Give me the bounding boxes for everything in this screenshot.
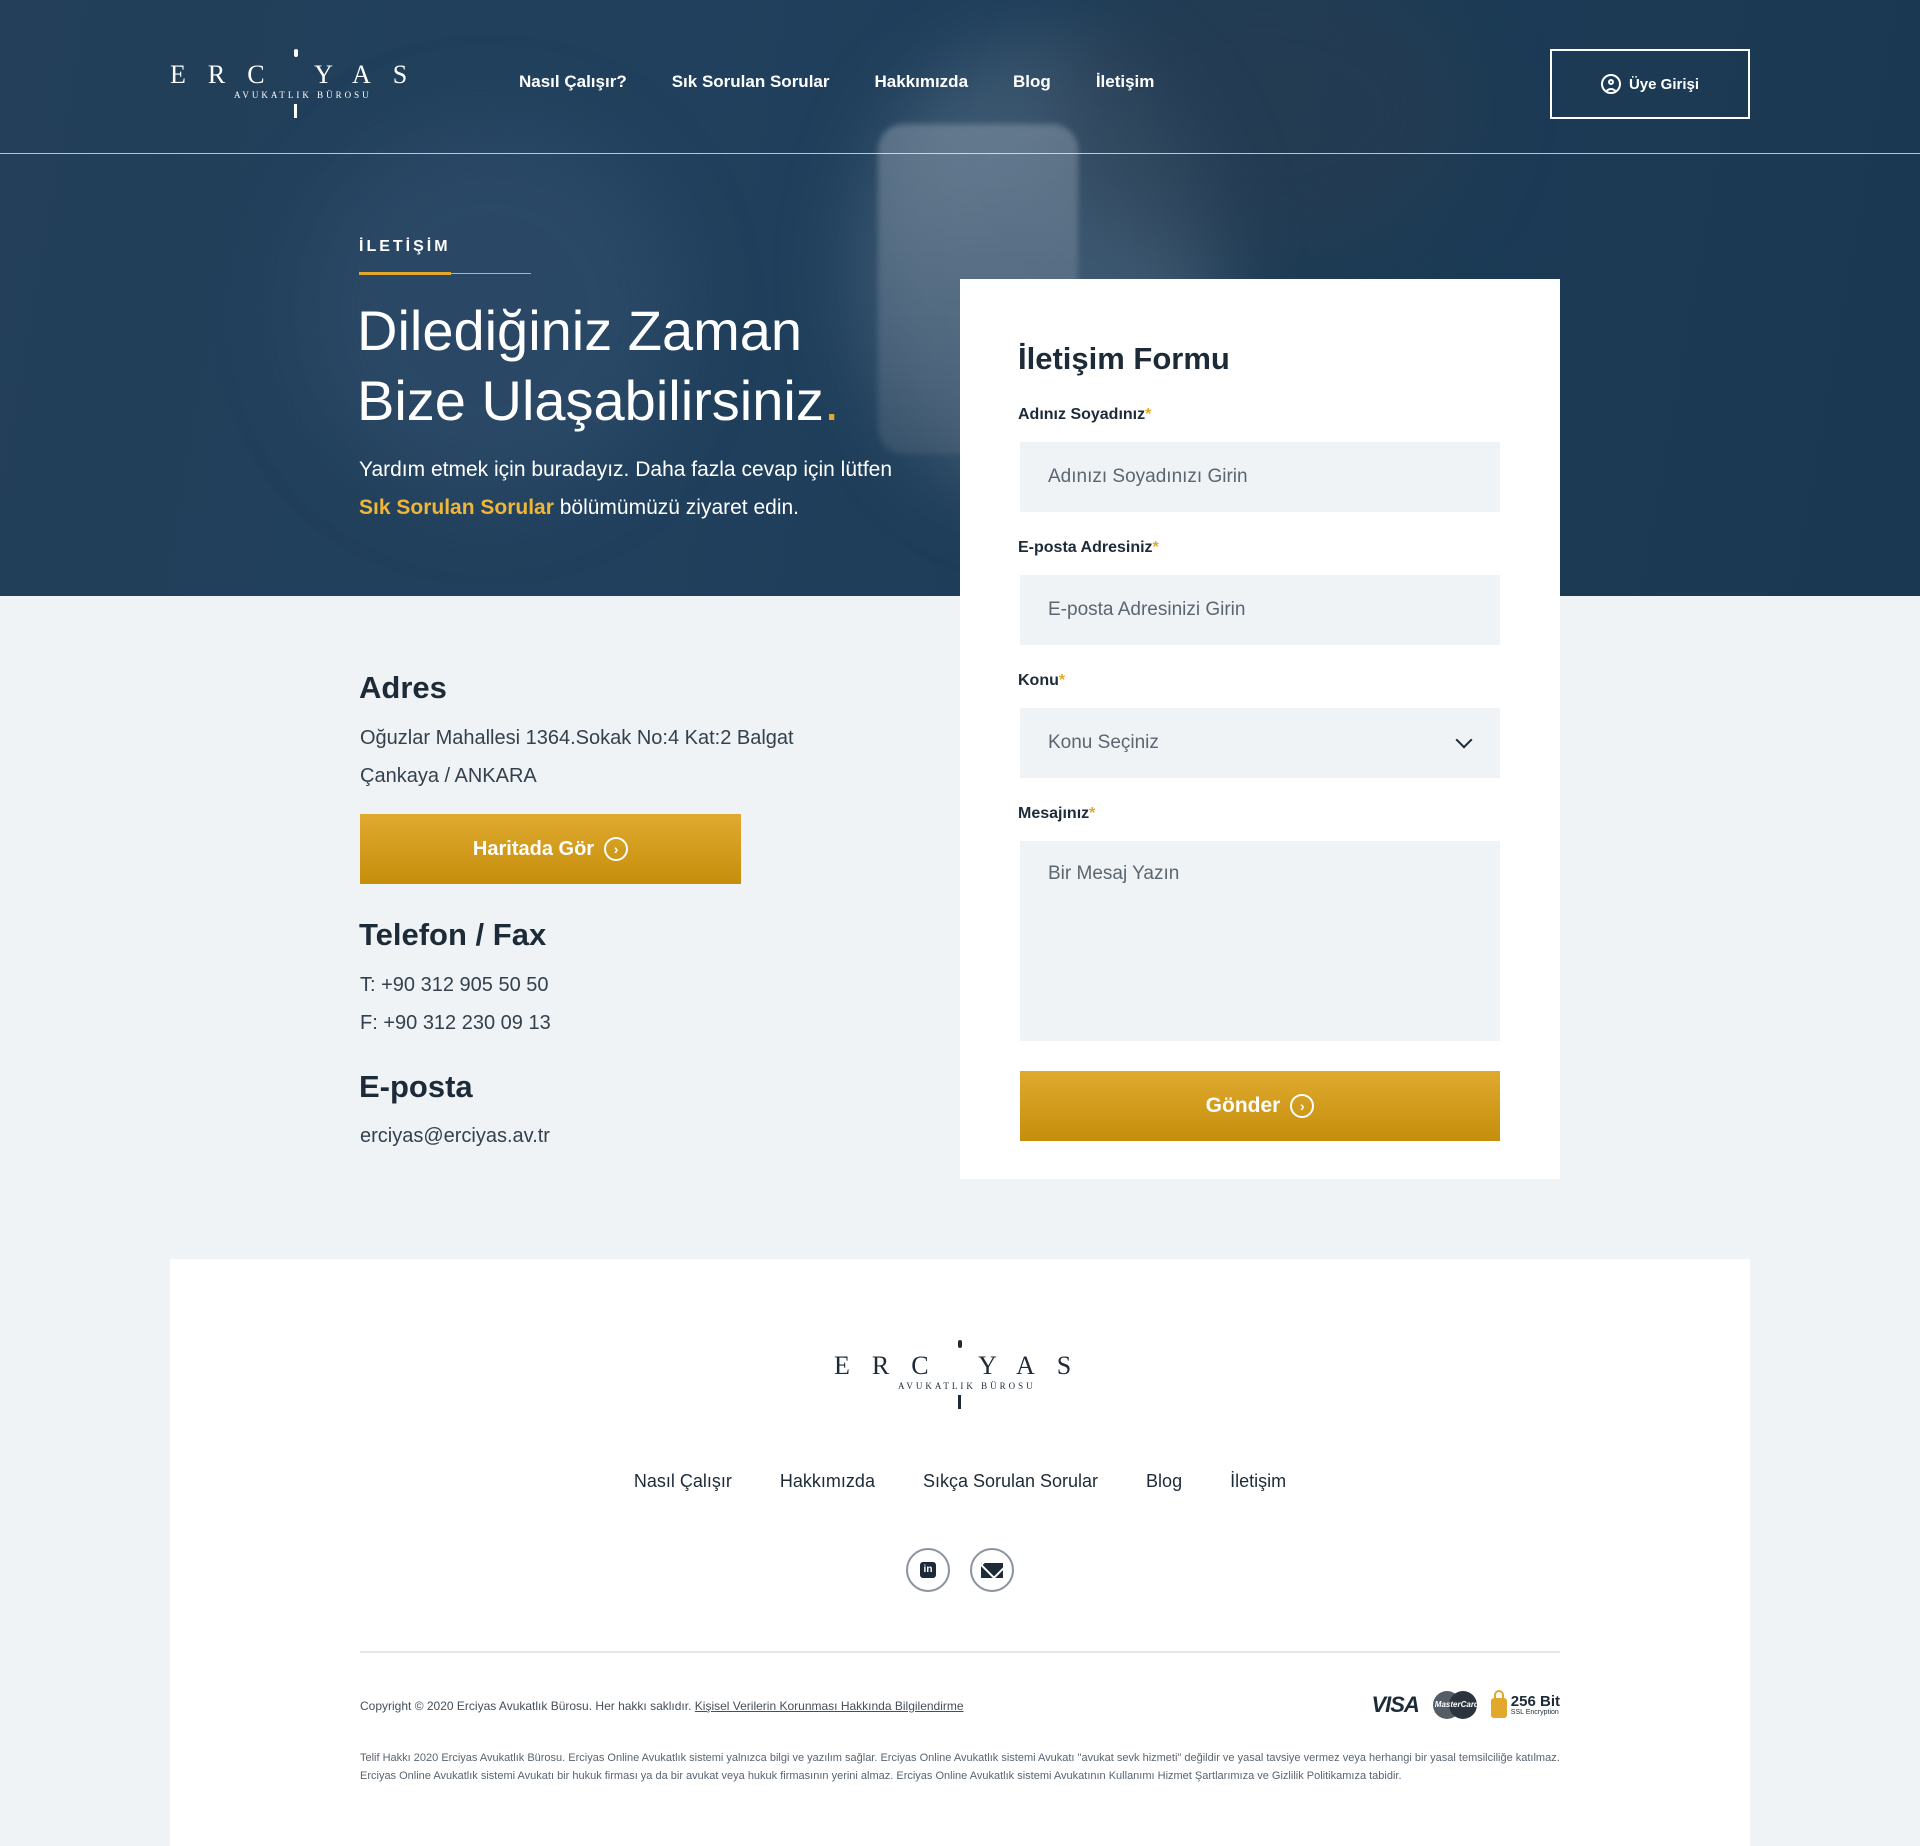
footer: ERC YAS AVUKATLIK BÜROSU Nasıl Çalışır H… — [170, 1259, 1750, 1846]
main-nav: Nasıl Çalışır? Sık Sorulan Sorular Hakkı… — [519, 72, 1199, 92]
required-mark: * — [1058, 672, 1066, 689]
required-mark: * — [1152, 539, 1159, 556]
required-mark: * — [1145, 406, 1152, 423]
message-textarea[interactable]: Bir Mesaj Yazın — [1020, 841, 1500, 1041]
linkedin-button[interactable]: in — [906, 1548, 950, 1592]
payment-badges: VISA MasterCard 256 Bit SSL Encryption — [1371, 1690, 1560, 1719]
nav-how-it-works[interactable]: Nasıl Çalışır? — [519, 72, 627, 92]
address-heading: Adres — [359, 670, 447, 705]
arrow-right-circle-icon: › — [604, 837, 629, 861]
nav-about[interactable]: Hakkımızda — [874, 72, 968, 92]
email-label: E-posta Adresiniz* — [1018, 539, 1159, 557]
header-divider — [0, 153, 1920, 154]
footer-logo[interactable]: ERC YAS AVUKATLIK BÜROSU — [834, 1340, 1094, 1409]
member-login-button[interactable]: Üye Girişi — [1550, 49, 1750, 119]
logo-i-dot — [294, 49, 298, 57]
name-label: Adınız Soyadınız* — [1018, 406, 1151, 424]
title-line-1: Dilediğiniz Zaman — [357, 299, 803, 362]
phone-number[interactable]: T: +90 312 905 50 50 — [360, 974, 549, 996]
required-mark: * — [1089, 805, 1096, 822]
submit-label: Gönder — [1205, 1094, 1281, 1117]
subject-label: Konu* — [1018, 672, 1065, 690]
faq-link[interactable]: Sık Sorulan Sorular — [359, 496, 554, 519]
logo-subtitle: AVUKATLIK BÜROSU — [898, 1381, 1036, 1391]
logo-i-dot — [958, 1340, 962, 1348]
name-label-text: Adınız Soyadınız — [1018, 406, 1146, 423]
logo-wordmark: ERC YAS — [834, 1351, 1094, 1380]
visa-logo: VISA — [1371, 1692, 1419, 1717]
chevron-down-icon — [1455, 731, 1473, 749]
logo-i-bar — [958, 1395, 961, 1409]
email-heading: E-posta — [359, 1069, 473, 1104]
footer-nav-contact[interactable]: İletişim — [1230, 1471, 1286, 1492]
address-line-2: Çankaya / ANKARA — [360, 765, 537, 787]
contact-form-card: İletişim Formu Adınız Soyadınız* Adınızı… — [960, 279, 1560, 1179]
message-label-text: Mesajınız — [1018, 805, 1090, 822]
legal-disclaimer: Telif Hakkı 2020 Erciyas Avukatlık Büros… — [360, 1752, 1560, 1782]
page-eyebrow: İLETİŞİM — [359, 238, 451, 255]
address-line-1: Oğuzlar Mahallesi 1364.Sokak No:4 Kat:2 … — [360, 727, 794, 749]
logo-subtitle: AVUKATLIK BÜROSU — [234, 90, 372, 100]
member-login-label: Üye Girişi — [1628, 75, 1700, 93]
title-accent-dot: . — [823, 369, 840, 432]
linkedin-icon: in — [920, 1562, 936, 1578]
arrow-right-circle-icon: › — [1290, 1094, 1315, 1118]
mastercard-logo: MasterCard — [1432, 1691, 1479, 1719]
footer-nav-about[interactable]: Hakkımızda — [780, 1471, 875, 1492]
view-on-map-label: Haritada Gör — [472, 837, 595, 860]
nav-contact[interactable]: İletişim — [1096, 72, 1155, 92]
title-line-2: Bize Ulaşabilirsiniz — [357, 369, 824, 432]
footer-nav-blog[interactable]: Blog — [1146, 1471, 1182, 1492]
eyebrow-accent — [359, 272, 451, 275]
nav-faq[interactable]: Sık Sorulan Sorular — [672, 72, 830, 92]
footer-divider — [360, 1651, 1560, 1653]
mail-button[interactable] — [970, 1548, 1014, 1592]
subject-select[interactable]: Konu Seçiniz — [1020, 708, 1500, 778]
nav-blog[interactable]: Blog — [1013, 72, 1051, 92]
fax-number: F: +90 312 230 09 13 — [360, 1012, 551, 1034]
submit-button[interactable]: Gönder › — [1020, 1071, 1500, 1141]
hero-description: Yardım etmek için buradayız. Daha fazla … — [359, 451, 919, 527]
mail-icon — [981, 1562, 1003, 1578]
privacy-link[interactable]: Kişisel Verilerin Korunması Hakkında Bil… — [695, 1699, 964, 1713]
footer-nav: Nasıl Çalışır Hakkımızda Sıkça Sorulan S… — [170, 1471, 1750, 1492]
view-on-map-button[interactable]: Haritada Gör › — [360, 814, 741, 884]
copyright-text: Copyright © 2020 Erciyas Avukatlık Büros… — [360, 1699, 692, 1713]
hero-desc-text-end: bölümümüzü ziyaret edin. — [553, 496, 800, 519]
address-text: Oğuzlar Mahallesi 1364.Sokak No:4 Kat:2 … — [360, 719, 794, 795]
form-title: İletişim Formu — [1018, 341, 1230, 376]
logo-i-bar — [294, 104, 297, 118]
user-icon — [1600, 74, 1621, 94]
message-label: Mesajınız* — [1018, 805, 1095, 823]
copyright: Copyright © 2020 Erciyas Avukatlık Büros… — [360, 1699, 964, 1713]
footer-nav-faq[interactable]: Sıkça Sorulan Sorular — [923, 1471, 1098, 1492]
footer-nav-how-it-works[interactable]: Nasıl Çalışır — [634, 1471, 732, 1492]
email-label-text: E-posta Adresiniz — [1018, 539, 1153, 556]
ssl-label: SSL Encryption — [1510, 1709, 1559, 1716]
ssl-bits: 256 Bit — [1510, 1693, 1560, 1710]
mastercard-text: MasterCard — [1434, 1700, 1479, 1709]
header-logo[interactable]: ERC YAS AVUKATLIK BÜROSU — [170, 49, 430, 118]
subject-select-value: Konu Seçiniz — [1048, 732, 1159, 753]
lock-icon — [1490, 1690, 1507, 1718]
email-address[interactable]: erciyas@erciyas.av.tr — [360, 1117, 550, 1155]
phone-heading: Telefon / Fax — [359, 917, 547, 952]
email-input[interactable]: E-posta Adresinizi Girin — [1020, 575, 1500, 645]
hero-desc-text: Yardım etmek için buradayız. Daha fazla … — [359, 458, 893, 481]
page-title: Dilediğiniz Zaman Bize Ulaşabilirsiniz. — [357, 296, 839, 436]
phone-fax-text: T: +90 312 905 50 50 F: +90 312 230 09 1… — [360, 966, 551, 1042]
logo-wordmark: ERC YAS — [170, 60, 430, 89]
ssl-text: 256 Bit SSL Encryption — [1511, 1694, 1560, 1716]
ssl-badge: 256 Bit SSL Encryption — [1490, 1690, 1560, 1718]
name-input[interactable]: Adınızı Soyadınızı Girin — [1020, 442, 1500, 512]
subject-label-text: Konu — [1018, 672, 1059, 689]
